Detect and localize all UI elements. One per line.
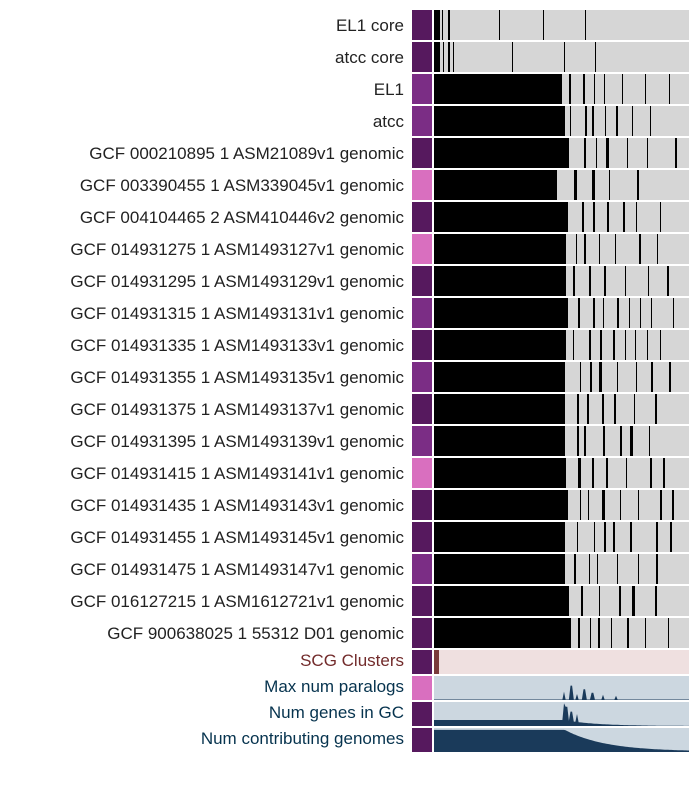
stat-label-scg: SCG Clusters [10, 650, 410, 674]
presence-track [434, 330, 689, 360]
presence-track [434, 554, 689, 584]
genome-color-strip [412, 394, 432, 424]
genome-color-strip [412, 170, 432, 200]
genome-color-strip [412, 618, 432, 648]
genome-label: GCF 014931375 1 ASM1493137v1 genomic [10, 394, 410, 424]
genome-label: GCF 000210895 1 ASM21089v1 genomic [10, 138, 410, 168]
genome-color-strip [412, 330, 432, 360]
genome-label: GCF 014931335 1 ASM1493133v1 genomic [10, 330, 410, 360]
genome-color-strip [412, 522, 432, 552]
presence-track [434, 394, 689, 424]
stat-label-contrib: Num contributing genomes [10, 728, 410, 752]
stat-color-strip [412, 728, 432, 752]
genome-label: GCF 014931295 1 ASM1493129v1 genomic [10, 266, 410, 296]
genome-label: GCF 016127215 1 ASM1612721v1 genomic [10, 586, 410, 616]
presence-track [434, 234, 689, 264]
genome-color-strip [412, 554, 432, 584]
genome-color-strip [412, 266, 432, 296]
genome-color-strip [412, 106, 432, 136]
presence-track [434, 618, 689, 648]
presence-track [434, 426, 689, 456]
genome-color-strip [412, 202, 432, 232]
genome-color-strip [412, 586, 432, 616]
genome-color-strip [412, 298, 432, 328]
genome-color-strip [412, 490, 432, 520]
genome-label: GCF 014931395 1 ASM1493139v1 genomic [10, 426, 410, 456]
presence-track [434, 138, 689, 168]
presence-track [434, 586, 689, 616]
genome-color-strip [412, 426, 432, 456]
genome-label: GCF 003390455 1 ASM339045v1 genomic [10, 170, 410, 200]
presence-track [434, 42, 689, 72]
genome-label: GCF 014931435 1 ASM1493143v1 genomic [10, 490, 410, 520]
genome-color-strip [412, 42, 432, 72]
genome-color-strip [412, 458, 432, 488]
genome-color-strip [412, 10, 432, 40]
genome-label: atcc core [10, 42, 410, 72]
genome-label: GCF 014931315 1 ASM1493131v1 genomic [10, 298, 410, 328]
genome-label: GCF 014931455 1 ASM1493145v1 genomic [10, 522, 410, 552]
genome-color-strip [412, 74, 432, 104]
pangenome-heatmap: EL1 coreatcc coreEL1atccGCF 000210895 1 … [10, 10, 679, 752]
genome-label: GCF 014931415 1 ASM1493141v1 genomic [10, 458, 410, 488]
presence-track [434, 202, 689, 232]
presence-track [434, 298, 689, 328]
stat-label-genes: Num genes in GC [10, 702, 410, 726]
presence-track [434, 362, 689, 392]
genome-label: EL1 core [10, 10, 410, 40]
genome-label: GCF 004104465 2 ASM410446v2 genomic [10, 202, 410, 232]
genome-label: EL1 [10, 74, 410, 104]
stat-track-genes [434, 702, 689, 726]
stat-track-paralogs [434, 676, 689, 700]
stat-track-scg [434, 650, 689, 674]
genome-label: GCF 014931475 1 ASM1493147v1 genomic [10, 554, 410, 584]
genome-color-strip [412, 138, 432, 168]
presence-track [434, 10, 689, 40]
presence-track [434, 74, 689, 104]
presence-track [434, 266, 689, 296]
stat-label-paralogs: Max num paralogs [10, 676, 410, 700]
presence-track [434, 106, 689, 136]
presence-track [434, 522, 689, 552]
presence-track [434, 458, 689, 488]
presence-track [434, 170, 689, 200]
genome-color-strip [412, 234, 432, 264]
genome-label: GCF 900638025 1 55312 D01 genomic [10, 618, 410, 648]
stat-track-contrib [434, 728, 689, 752]
genome-label: GCF 014931275 1 ASM1493127v1 genomic [10, 234, 410, 264]
presence-track [434, 490, 689, 520]
stat-color-strip [412, 676, 432, 700]
genome-color-strip [412, 362, 432, 392]
genome-label: GCF 014931355 1 ASM1493135v1 genomic [10, 362, 410, 392]
genome-label: atcc [10, 106, 410, 136]
stat-color-strip [412, 650, 432, 674]
stat-color-strip [412, 702, 432, 726]
